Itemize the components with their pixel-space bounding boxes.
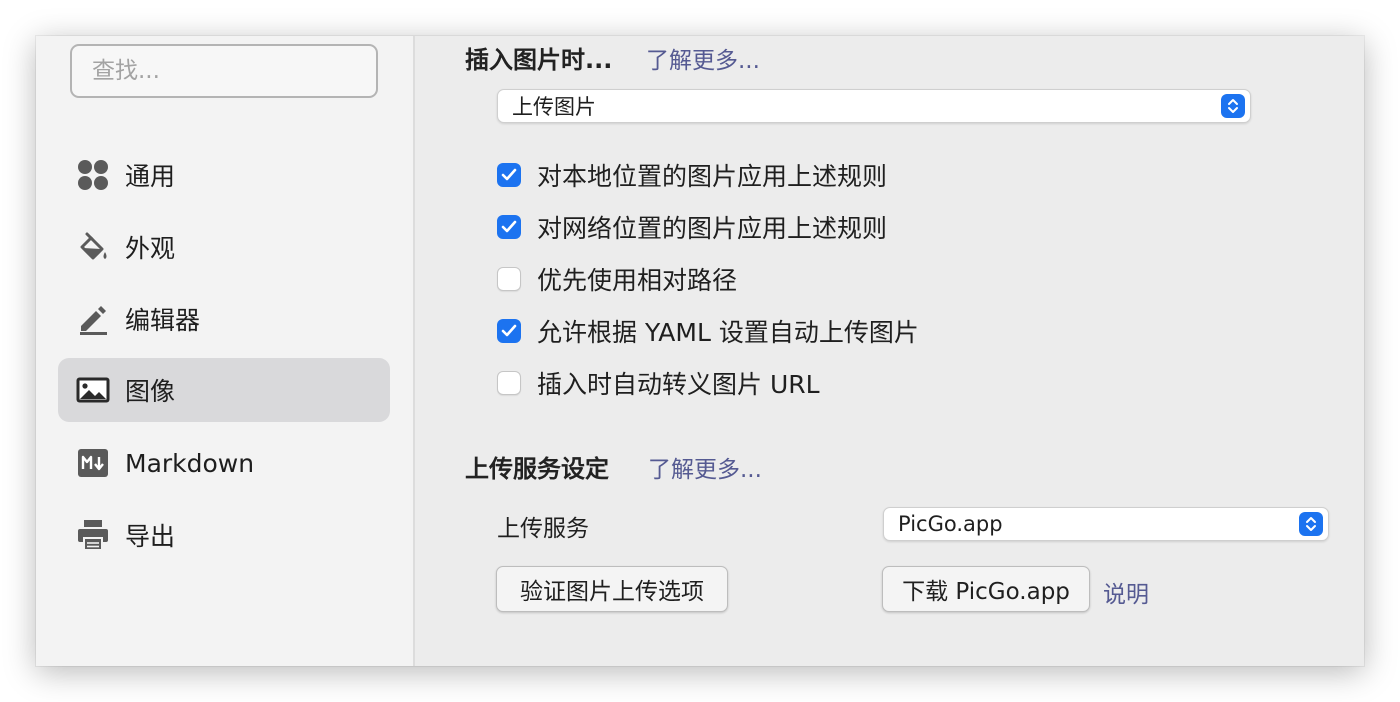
sidebar-item-markdown[interactable]: Markdown bbox=[58, 431, 390, 495]
checkbox-checked-icon[interactable] bbox=[497, 215, 521, 239]
sidebar-item-label: 导出 bbox=[125, 522, 176, 551]
select-value: PicGo.app bbox=[898, 512, 1003, 536]
option-network-images[interactable]: 对网络位置的图片应用上述规则 bbox=[497, 207, 887, 247]
checkbox-checked-icon[interactable] bbox=[497, 319, 521, 343]
sidebar-item-general[interactable]: 通用 bbox=[58, 143, 390, 207]
upload-section-title: 上传服务设定 bbox=[465, 455, 609, 483]
image-settings-panel: 插入图片时... 了解更多... 上传图片 对本地位置的图片应用上述规则 对网络… bbox=[417, 36, 1364, 666]
paint-bucket-icon bbox=[75, 229, 111, 265]
option-label: 插入时自动转义图片 URL bbox=[537, 370, 820, 399]
option-local-images[interactable]: 对本地位置的图片应用上述规则 bbox=[497, 155, 887, 195]
option-label: 允许根据 YAML 设置自动上传图片 bbox=[537, 318, 919, 347]
printer-icon bbox=[75, 517, 111, 553]
insert-section-title: 插入图片时... bbox=[465, 46, 613, 74]
checkbox-checked-icon[interactable] bbox=[497, 163, 521, 187]
sidebar-item-label: Markdown bbox=[125, 448, 255, 478]
sidebar-item-image[interactable]: 图像 bbox=[58, 358, 390, 422]
insert-action-select[interactable]: 上传图片 bbox=[497, 89, 1251, 123]
grid-icon bbox=[75, 157, 111, 193]
help-link[interactable]: 说明 bbox=[1103, 575, 1149, 609]
sidebar-item-label: 外观 bbox=[125, 234, 176, 263]
sidebar-item-label: 编辑器 bbox=[125, 306, 201, 335]
option-relative-path[interactable]: 优先使用相对路径 bbox=[497, 259, 737, 299]
sidebar-item-appearance[interactable]: 外观 bbox=[58, 215, 390, 279]
upload-service-select[interactable]: PicGo.app bbox=[883, 507, 1329, 541]
option-yaml-upload[interactable]: 允许根据 YAML 设置自动上传图片 bbox=[497, 311, 919, 351]
insert-learn-more-link[interactable]: 了解更多... bbox=[646, 41, 760, 75]
upload-service-label: 上传服务 bbox=[497, 516, 589, 542]
chevron-up-down-icon bbox=[1221, 94, 1245, 118]
select-value: 上传图片 bbox=[512, 95, 596, 119]
sidebar-item-label: 通用 bbox=[125, 162, 176, 191]
option-escape-url[interactable]: 插入时自动转义图片 URL bbox=[497, 363, 820, 403]
sidebar-item-export[interactable]: 导出 bbox=[58, 503, 390, 567]
verify-upload-button[interactable]: 验证图片上传选项 bbox=[496, 566, 728, 612]
preferences-window: 通用 外观 编辑器 bbox=[36, 36, 1364, 666]
checkbox-unchecked[interactable] bbox=[497, 371, 521, 395]
upload-learn-more-link[interactable]: 了解更多... bbox=[648, 450, 762, 484]
chevron-up-down-icon bbox=[1299, 512, 1323, 536]
pencil-icon bbox=[75, 301, 111, 337]
sidebar-item-editor[interactable]: 编辑器 bbox=[58, 287, 390, 351]
search-input[interactable] bbox=[70, 44, 378, 98]
image-icon bbox=[75, 372, 111, 408]
download-picgo-button[interactable]: 下载 PicGo.app bbox=[882, 566, 1090, 612]
option-label: 优先使用相对路径 bbox=[537, 266, 738, 295]
markdown-icon bbox=[75, 445, 111, 481]
option-label: 对网络位置的图片应用上述规则 bbox=[537, 214, 888, 243]
checkbox-unchecked[interactable] bbox=[497, 267, 521, 291]
option-label: 对本地位置的图片应用上述规则 bbox=[537, 162, 888, 191]
sidebar-item-label: 图像 bbox=[125, 377, 176, 406]
sidebar: 通用 外观 编辑器 bbox=[36, 36, 415, 666]
